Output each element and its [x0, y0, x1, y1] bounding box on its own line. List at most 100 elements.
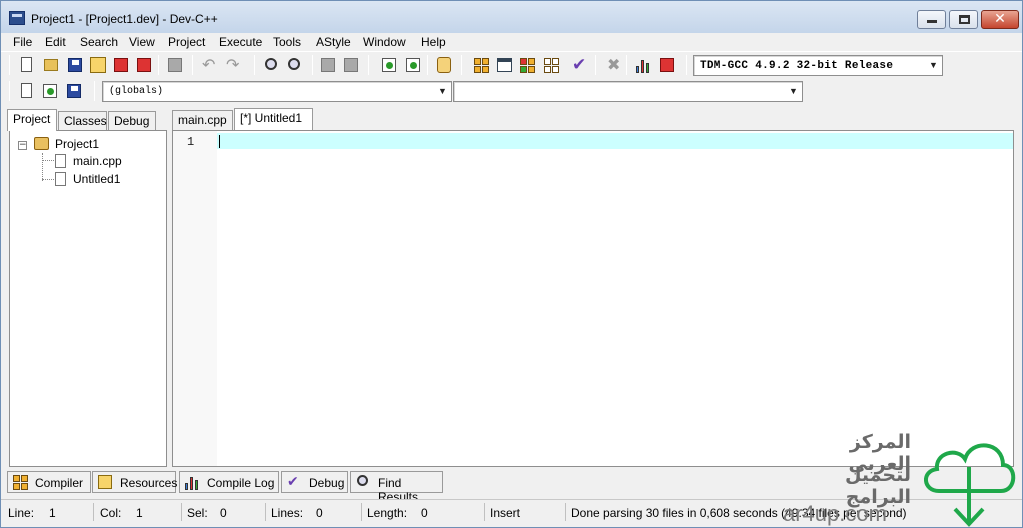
profile-button[interactable] — [633, 55, 653, 75]
tab-compile-log[interactable]: Compile Log — [179, 471, 279, 493]
menu-project[interactable]: Project — [168, 35, 205, 49]
menu-help[interactable]: Help — [421, 35, 446, 49]
compiler-select[interactable]: TDM-GCC 4.9.2 32-bit Release ▼ — [693, 55, 943, 76]
add-to-project-button[interactable] — [379, 55, 399, 75]
tab-classes[interactable]: Classes — [58, 111, 107, 131]
menu-file[interactable]: File — [13, 35, 32, 49]
code-editor[interactable]: 1 — [172, 130, 1014, 467]
goto-bookmark-button[interactable] — [64, 81, 84, 101]
redo-button[interactable]: ↷ — [225, 55, 245, 75]
tab-debug[interactable]: Debug — [108, 111, 156, 131]
tab-debug-output[interactable]: ✔ Debug — [281, 471, 348, 493]
status-sel-value: 0 — [220, 506, 227, 520]
tree-item-project-label: Project1 — [55, 137, 100, 151]
toolbar-separator — [427, 55, 428, 75]
status-message: Done parsing 30 files in 0,608 seconds (… — [571, 506, 907, 520]
project-folder-icon — [34, 137, 49, 150]
tab-compile-log-label: Compile Log — [207, 476, 275, 490]
devcpp-app-icon[interactable] — [9, 11, 25, 25]
menu-window[interactable]: Window — [363, 35, 406, 49]
compile-icon — [474, 58, 489, 73]
close-button[interactable]: ✕ — [981, 10, 1019, 29]
minimize-button[interactable] — [917, 10, 946, 29]
undo-button[interactable]: ↶ — [201, 55, 221, 75]
maximize-button[interactable] — [949, 10, 978, 29]
tree-connector — [42, 160, 54, 161]
add-bookmark-button[interactable] — [40, 81, 60, 101]
close-icon: ✕ — [994, 11, 1006, 27]
tree-item-file[interactable]: Untitled1 — [54, 171, 164, 189]
tree-item-file[interactable]: main.cpp — [54, 153, 164, 171]
tree-item-project[interactable]: Project1 — [30, 136, 150, 154]
menu-search[interactable]: Search — [80, 35, 118, 49]
status-lines-label: Lines: — [271, 506, 304, 520]
toolbar-separator — [686, 55, 687, 75]
indent-button[interactable] — [318, 55, 338, 75]
delete-profile-button[interactable] — [657, 55, 677, 75]
project-options-button[interactable] — [434, 55, 454, 75]
maximize-icon — [959, 15, 970, 24]
status-divider — [181, 503, 182, 521]
status-divider — [93, 503, 94, 521]
compile-button[interactable] — [471, 55, 491, 75]
tab-project-label: Project — [13, 112, 51, 126]
bottom-panel-tabs: Compiler Resources Compile Log ✔ Debug F… — [7, 471, 1022, 504]
goto-line-button[interactable] — [17, 81, 37, 101]
compiler-select-value: TDM-GCC 4.9.2 32-bit Release — [700, 60, 894, 72]
run-button[interactable] — [494, 55, 514, 75]
tab-compiler-label: Compiler — [35, 476, 84, 490]
window-title: Project1 - [Project1.dev] - Dev-C++ — [31, 12, 218, 26]
open-folder-icon — [44, 59, 58, 71]
rebuild-button[interactable] — [541, 55, 561, 75]
find-icon — [265, 58, 277, 70]
tab-debug-output-label: Debug — [309, 476, 345, 490]
menu-edit[interactable]: Edit — [45, 35, 66, 49]
save-all-button[interactable] — [88, 55, 108, 75]
tab-resources[interactable]: Resources — [92, 471, 177, 493]
line-number: 1 — [187, 135, 195, 149]
minimize-icon — [927, 20, 937, 23]
menu-view[interactable]: View — [129, 35, 155, 49]
unindent-button[interactable] — [341, 55, 361, 75]
close-all-icon — [137, 58, 151, 72]
status-lines-value: 0 — [316, 506, 323, 520]
redo-icon: ↷ — [226, 55, 240, 74]
status-divider — [361, 503, 362, 521]
find-button[interactable] — [263, 55, 283, 75]
toolbar-separator — [254, 55, 255, 75]
tab-find-results[interactable]: Find Results — [350, 471, 443, 504]
function-select[interactable]: ▼ — [453, 81, 803, 102]
print-button[interactable] — [165, 55, 185, 75]
save-button[interactable] — [65, 55, 85, 75]
scope-select[interactable]: (globals) ▼ — [102, 81, 452, 102]
tab-project[interactable]: Project — [7, 109, 57, 131]
open-file-button[interactable] — [41, 55, 61, 75]
add-file-icon — [382, 58, 396, 72]
menu-astyle[interactable]: AStyle — [316, 35, 351, 49]
save-all-icon — [90, 57, 106, 73]
toolbar-separator — [94, 81, 95, 101]
toolbar-separator — [192, 55, 193, 75]
new-file-button[interactable] — [17, 55, 37, 75]
close-all-button[interactable] — [134, 55, 154, 75]
collapse-icon[interactable]: − — [18, 141, 27, 150]
title-bar: Project1 - [Project1.dev] - Dev-C++ ✕ — [1, 1, 1022, 33]
editor-tab-untitled[interactable]: [*] Untitled1 — [234, 108, 313, 130]
scope-select-value: (globals) — [109, 86, 164, 97]
project-tree-panel: − Project1 main.cpp Untitled1 — [9, 130, 167, 467]
syntax-check-button[interactable]: ✔ — [570, 55, 590, 75]
stop-button[interactable]: ✖ — [603, 55, 623, 75]
status-length-value: 0 — [421, 506, 428, 520]
stop-icon: ✖ — [607, 55, 621, 74]
menu-tools[interactable]: Tools — [273, 35, 301, 49]
remove-from-project-button[interactable] — [403, 55, 423, 75]
close-file-button[interactable] — [111, 55, 131, 75]
editor-tab-main[interactable]: main.cpp — [172, 110, 233, 130]
replace-button[interactable] — [286, 55, 306, 75]
run-icon — [497, 58, 512, 72]
status-col-value: 1 — [136, 506, 143, 520]
menu-execute[interactable]: Execute — [219, 35, 262, 49]
file-icon — [55, 154, 66, 168]
tab-compiler[interactable]: Compiler — [7, 471, 91, 493]
compile-run-button[interactable] — [517, 55, 537, 75]
